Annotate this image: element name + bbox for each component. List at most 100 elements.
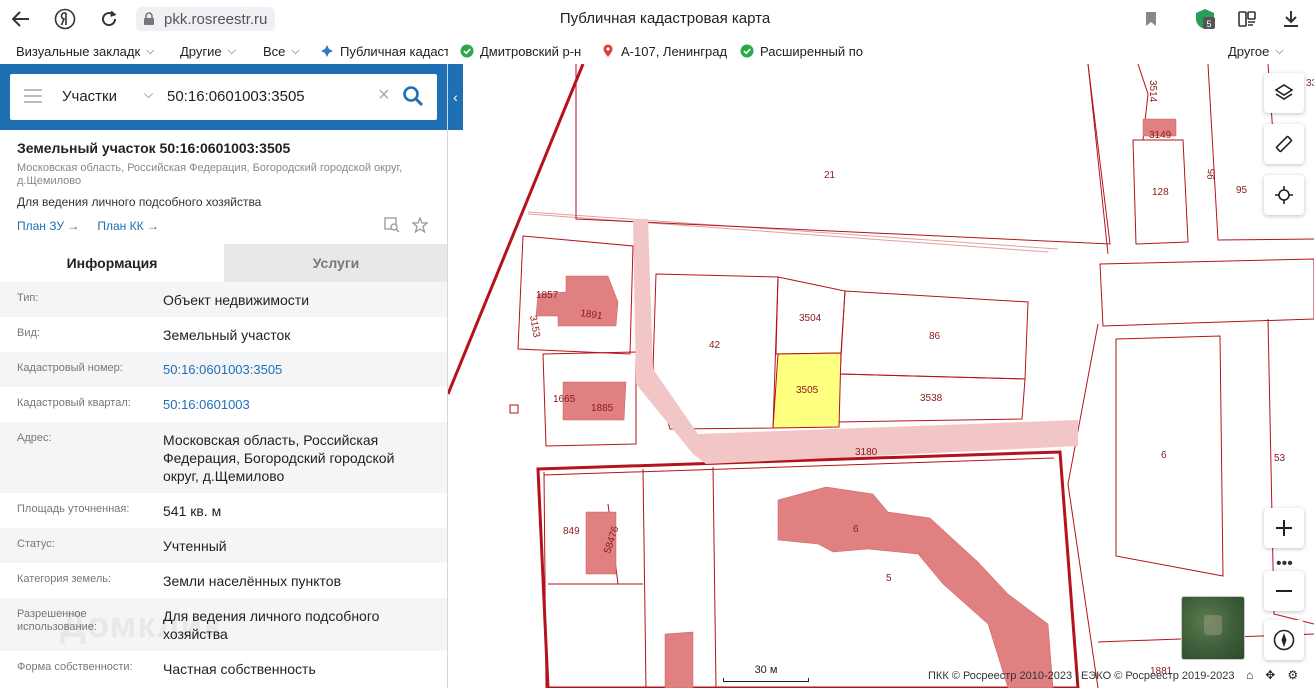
reload-icon[interactable] — [96, 6, 122, 32]
svg-text:3504: 3504 — [799, 313, 822, 324]
row-label: Вид: — [17, 327, 40, 339]
clear-icon[interactable]: × — [378, 84, 390, 107]
svg-text:128: 128 — [1152, 187, 1169, 198]
map-canvas[interactable]: 21 3514 3149 128 95 95 33 1857 1891 3153… — [448, 64, 1314, 688]
bookmark-dmitrov[interactable]: Дмитровский р-н — [460, 42, 586, 60]
compass-button[interactable] — [1264, 620, 1304, 660]
svg-text:5: 5 — [1206, 19, 1211, 29]
chevron-down-icon: ⌵ — [291, 44, 300, 57]
locate-button[interactable] — [1264, 175, 1304, 215]
svg-text:3180: 3180 — [855, 447, 878, 458]
table-row: Адрес: Московская область, Российская Фе… — [0, 422, 447, 493]
bookmarks-bar: Визуальные закладк ⌵ Другие ⌵ Все ⌵ Публичн… — [0, 38, 1314, 64]
download-icon[interactable] — [1278, 6, 1304, 32]
svg-text:42: 42 — [709, 340, 721, 351]
row-value: Учтенный — [163, 538, 227, 554]
settings-icon[interactable]: ⚙ — [1287, 668, 1298, 682]
bookmark-extended[interactable]: Расширенный по — [740, 42, 866, 60]
search-box: Участки ⌵ 50:16:0601003:3505 × — [10, 74, 437, 120]
svg-text:6: 6 — [1161, 450, 1167, 461]
lock-icon — [144, 12, 154, 25]
chevron-down-icon: ⌵ — [1275, 44, 1284, 57]
measure-button[interactable] — [1264, 124, 1304, 164]
zoom-out-button[interactable] — [1264, 571, 1304, 611]
table-row: Площадь уточненная: 541 кв. м — [0, 493, 447, 528]
row-value: Земли населённых пунктов — [163, 573, 342, 589]
table-row: Статус: Учтенный — [0, 528, 447, 563]
row-label: Статус: — [17, 538, 55, 550]
object-use: Для ведения личного подсобного хозяйства — [17, 195, 262, 209]
chevron-down-icon: ⌵ — [146, 44, 155, 57]
plus-icon — [1276, 520, 1292, 536]
back-arrow-icon[interactable] — [8, 6, 34, 32]
find-on-map-icon[interactable] — [384, 217, 400, 233]
bookmark-a107[interactable]: А-107, Ленинград — [601, 42, 727, 60]
favorite-star-icon[interactable] — [412, 217, 428, 233]
row-value: Земельный участок — [163, 327, 291, 343]
row-label: Кадастровый номер: — [17, 362, 123, 374]
map-footer-icons: ⌂ ✥ ⚙ — [1246, 668, 1298, 682]
scale-label: 30 м — [754, 664, 778, 676]
bookmark-label: Визуальные закладк — [16, 43, 141, 59]
row-label: Площадь уточненная: — [17, 503, 130, 515]
table-row: Кадастровый номер: 50:16:0601003:3505 — [0, 352, 447, 387]
tab-information[interactable]: Информация — [0, 244, 224, 282]
svg-text:1857: 1857 — [536, 290, 559, 301]
bookmark-label: Публичная кадаст — [340, 43, 448, 59]
layers-button[interactable] — [1264, 73, 1304, 113]
tab-services[interactable]: Услуги — [224, 244, 447, 282]
object-address: Московская область, Российская Федерация… — [17, 162, 403, 187]
bookmark-folder-visual[interactable]: Визуальные закладк ⌵ — [16, 42, 158, 60]
basemap-thumbnail[interactable] — [1181, 596, 1245, 660]
row-label: Кадастровый квартал: — [17, 397, 131, 409]
bookmark-label: Все — [263, 43, 286, 59]
bookmark-pkk[interactable]: Публичная кадаст — [320, 42, 448, 60]
bookmark-flag-icon[interactable] — [1138, 6, 1164, 32]
bookmark-folder-other[interactable]: Другие ⌵ — [180, 42, 242, 60]
collapse-panel-button[interactable]: ‹ — [448, 64, 463, 130]
yandex-logo-icon[interactable] — [52, 6, 78, 32]
table-row: Категория земель: Земли населённых пункт… — [0, 563, 447, 598]
check-circle-icon — [740, 44, 754, 58]
bookmark-folder-misc[interactable]: Другое ⌵ — [1228, 42, 1308, 60]
cadastral-map[interactable]: 21 3514 3149 128 95 95 33 1857 1891 3153… — [448, 64, 1314, 688]
extension-shield-icon[interactable]: 5 — [1192, 6, 1218, 32]
address-bar[interactable]: pkk.rosreestr.ru — [136, 7, 276, 31]
svg-text:95: 95 — [1206, 168, 1218, 180]
plan-kk-link[interactable]: План КК → — [97, 219, 159, 233]
svg-text:95: 95 — [1236, 185, 1248, 196]
chevron-down-icon[interactable]: ⌵ — [144, 87, 153, 102]
move-icon[interactable]: ✥ — [1265, 668, 1275, 682]
search-input[interactable]: 50:16:0601003:3505 — [167, 88, 305, 105]
row-value: Объект недвижимости — [163, 292, 310, 308]
bookmark-folder-all[interactable]: Все ⌵ — [263, 42, 303, 60]
menu-icon[interactable] — [24, 89, 42, 103]
bookmark-label: Другое — [1228, 43, 1270, 59]
svg-text:21: 21 — [824, 170, 836, 181]
home-icon[interactable]: ⌂ — [1246, 668, 1253, 682]
svg-text:3514: 3514 — [1147, 80, 1158, 103]
bookmark-label: А-107, Ленинград — [621, 43, 727, 59]
table-row: Вид: Земельный участок — [0, 317, 447, 352]
page-title: Публичная кадастровая карта — [559, 10, 771, 27]
row-value: Частная собственность — [163, 661, 316, 677]
bookmark-label: Дмитровский р-н — [480, 43, 582, 59]
object-title: Земельный участок 50:16:0601003:3505 — [17, 140, 291, 156]
row-value: Московская область, Российская Федерация… — [163, 432, 395, 484]
plan-zu-link[interactable]: План ЗУ → — [17, 219, 79, 233]
row-label: Адрес: — [17, 432, 52, 444]
cadastral-number-link[interactable]: 50:16:0601003:3505 — [163, 352, 447, 387]
info-panel: Участки ⌵ 50:16:0601003:3505 × Земельный… — [0, 64, 448, 688]
table-row: Тип: Объект недвижимости — [0, 282, 447, 317]
search-icon[interactable] — [402, 85, 424, 107]
minus-icon — [1276, 590, 1292, 592]
ruler-icon — [1275, 135, 1293, 153]
collections-icon[interactable] — [1234, 6, 1260, 32]
row-label: Тип: — [17, 292, 39, 304]
cadastral-quarter-link[interactable]: 50:16:0601003 — [163, 387, 447, 422]
svg-text:3149: 3149 — [1149, 130, 1172, 141]
url-text: pkk.rosreestr.ru — [164, 10, 268, 28]
search-type-select[interactable]: Участки — [62, 88, 117, 105]
row-label: Категория земель: — [17, 573, 112, 585]
zoom-in-button[interactable] — [1264, 508, 1304, 548]
